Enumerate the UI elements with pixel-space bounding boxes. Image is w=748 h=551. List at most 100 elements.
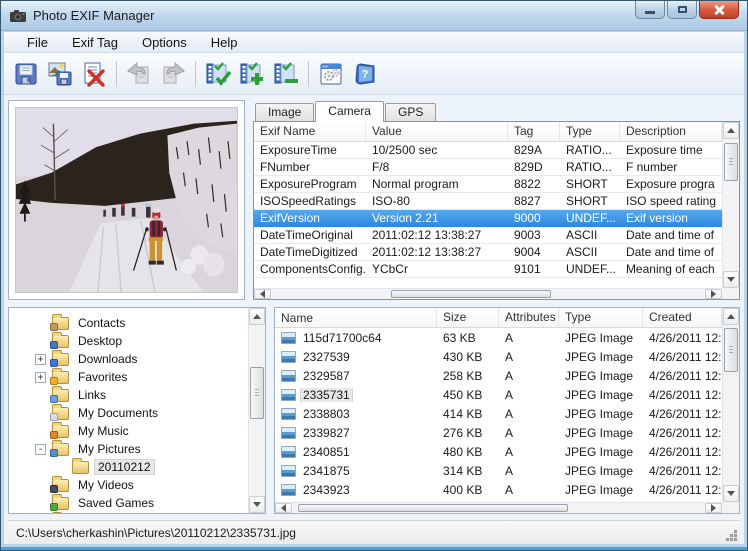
exif-horizontal-scrollbar[interactable] <box>254 288 722 299</box>
save-button[interactable] <box>10 58 42 90</box>
exif-table-row[interactable]: ExposureProgram Normal program 8822 SHOR… <box>254 176 722 193</box>
menu-item[interactable]: Exif Tag <box>61 33 129 52</box>
tree-item[interactable]: Contacts <box>9 314 248 332</box>
list-remove-icon <box>273 61 299 87</box>
file-row[interactable]: 2343923 400 KB A JPEG Image 4/26/2011 12… <box>275 480 722 499</box>
tree-item[interactable]: My Documents <box>9 404 248 422</box>
scroll-down-button[interactable] <box>723 485 739 502</box>
exif-col-name[interactable]: Exif Name <box>254 122 366 141</box>
tree-item[interactable]: My Videos <box>9 476 248 494</box>
restore-button[interactable] <box>667 1 697 19</box>
close-button[interactable] <box>699 1 739 19</box>
add-exif-button[interactable] <box>236 58 268 90</box>
scroll-right-button[interactable] <box>705 503 722 513</box>
scrollbar-thumb[interactable] <box>724 143 738 181</box>
exif-col-tag[interactable]: Tag <box>508 122 560 141</box>
remove-exif-button[interactable] <box>270 58 302 90</box>
exif-table-row[interactable]: FNumber F/8 829D RATIO... F number <box>254 159 722 176</box>
scroll-up-button[interactable] <box>723 308 739 325</box>
delete-list-button[interactable] <box>78 58 110 90</box>
tree-item[interactable]: 20110212 <box>9 458 248 476</box>
tab[interactable]: Image <box>255 103 314 121</box>
scroll-up-button[interactable] <box>723 122 739 139</box>
file-row[interactable]: 2338803 414 KB A JPEG Image 4/26/2011 12… <box>275 404 722 423</box>
scrollbar-thumb[interactable] <box>391 290 551 298</box>
tree-expander[interactable]: + <box>35 354 46 365</box>
tab[interactable]: Camera <box>315 101 384 122</box>
scrollbar-thumb[interactable] <box>250 367 264 419</box>
tree-item-label: My Pictures <box>75 442 144 456</box>
menu-item[interactable]: Help <box>200 33 249 52</box>
file-row[interactable]: 115d71700c64 63 KB A JPEG Image 4/26/201… <box>275 328 722 347</box>
tree-item[interactable]: Saved Games <box>9 494 248 512</box>
file-col-name[interactable]: Name <box>275 308 437 327</box>
exif-table-row[interactable]: DateTimeOriginal 2011:02:12 13:38:27 900… <box>254 227 722 244</box>
exif-vertical-scrollbar[interactable] <box>722 122 739 288</box>
tree-item[interactable]: My Music <box>9 422 248 440</box>
tree-item-label: Contacts <box>75 316 128 330</box>
scrollbar-thumb[interactable] <box>298 504 568 512</box>
apply-exif-button[interactable] <box>202 58 234 90</box>
jpeg-file-icon <box>281 446 296 458</box>
tree-item[interactable]: + Favorites <box>9 368 248 386</box>
jpeg-file-icon <box>281 389 296 401</box>
menu-item[interactable]: File <box>16 33 59 52</box>
undo-button[interactable] <box>123 58 155 90</box>
exif-col-desc[interactable]: Description <box>620 122 722 141</box>
tree-item-label: Desktop <box>75 334 125 348</box>
exif-col-type[interactable]: Type <box>560 122 620 141</box>
scroll-right-button[interactable] <box>705 289 722 299</box>
scroll-up-button[interactable] <box>249 308 265 325</box>
scrollbar-thumb[interactable] <box>724 328 738 372</box>
scrollbar-corner <box>722 502 739 513</box>
exif-table-row[interactable]: ExposureTime 10/2500 sec 829A RATIO... E… <box>254 142 722 159</box>
help-button[interactable]: ? <box>349 58 381 90</box>
file-list-horizontal-scrollbar[interactable] <box>275 502 722 513</box>
folder-icon <box>52 335 69 348</box>
title-bar[interactable]: Photo EXIF Manager <box>1 1 747 31</box>
minimize-button[interactable] <box>635 1 665 19</box>
jpeg-file-icon <box>281 332 296 344</box>
tree-item[interactable]: + Downloads <box>9 350 248 368</box>
tree-item[interactable]: Links <box>9 386 248 404</box>
close-icon <box>713 5 725 15</box>
save-image-button[interactable] <box>44 58 76 90</box>
scroll-down-button[interactable] <box>249 496 265 513</box>
resize-grip[interactable] <box>725 529 738 542</box>
options-button[interactable] <box>315 58 347 90</box>
tab[interactable]: GPS <box>385 103 436 121</box>
toolbar: ? <box>4 53 744 95</box>
folder-icon <box>52 389 69 402</box>
redo-button[interactable] <box>157 58 189 90</box>
exif-table-row[interactable]: DateTimeDigitized 2011:02:12 13:38:27 90… <box>254 244 722 261</box>
tree-expander[interactable]: + <box>35 372 46 383</box>
tree-expander[interactable]: - <box>35 444 46 455</box>
file-row[interactable]: 2339827 276 KB A JPEG Image 4/26/2011 12… <box>275 423 722 442</box>
exif-col-value[interactable]: Value <box>366 122 508 141</box>
file-row[interactable]: 2329587 258 KB A JPEG Image 4/26/2011 12… <box>275 366 722 385</box>
scroll-left-button[interactable] <box>275 503 292 513</box>
file-row[interactable]: 2327539 430 KB A JPEG Image 4/26/2011 12… <box>275 347 722 366</box>
file-col-size[interactable]: Size <box>437 308 499 327</box>
file-list-vertical-scrollbar[interactable] <box>722 308 739 502</box>
menu-item[interactable]: Options <box>131 33 198 52</box>
scroll-left-button[interactable] <box>254 289 271 299</box>
exif-table-row[interactable]: ISOSpeedRatings ISO-80 8827 SHORT ISO sp… <box>254 193 722 210</box>
tree-item[interactable]: + Searches <box>9 512 248 513</box>
file-row[interactable]: 2335731 450 KB A JPEG Image 4/26/2011 12… <box>275 385 722 404</box>
file-col-created[interactable]: Created <box>643 308 722 327</box>
tree-item[interactable]: - My Pictures <box>9 440 248 458</box>
tree-vertical-scrollbar[interactable] <box>248 308 265 513</box>
folder-icon <box>52 425 69 438</box>
file-row[interactable]: 2340851 480 KB A JPEG Image 4/26/2011 12… <box>275 442 722 461</box>
file-row[interactable]: 2341875 314 KB A JPEG Image 4/26/2011 12… <box>275 461 722 480</box>
exif-table-row[interactable]: ComponentsConfig... YCbCr 9101 UNDEF... … <box>254 261 722 278</box>
redo-icon <box>160 61 186 87</box>
scroll-down-button[interactable] <box>723 271 739 288</box>
file-col-type[interactable]: Type <box>559 308 643 327</box>
exif-table-row[interactable]: ExifVersion Version 2.21 9000 UNDEF... E… <box>254 210 722 227</box>
tree-item[interactable]: Desktop <box>9 332 248 350</box>
folder-badge-icon <box>50 431 58 439</box>
folder-tree-panel: Contacts Desktop + <box>8 307 266 514</box>
file-col-attributes[interactable]: Attributes <box>499 308 559 327</box>
